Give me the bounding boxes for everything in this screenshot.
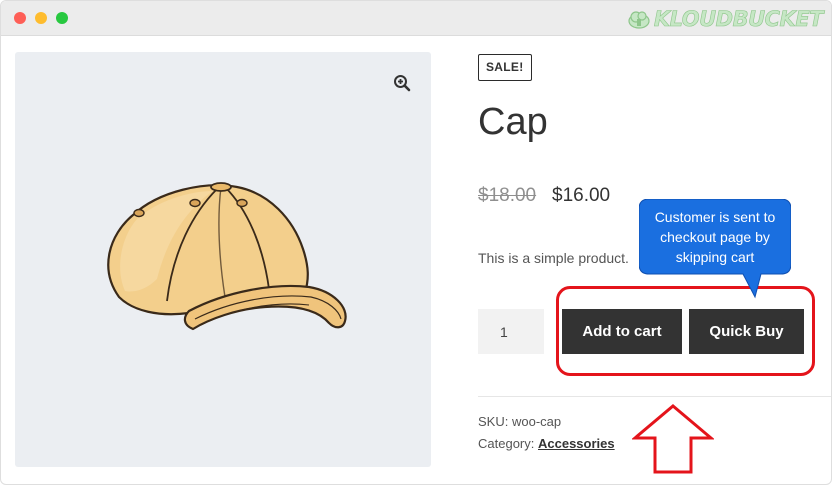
cap-product-image (107, 182, 347, 331)
quantity-input[interactable] (478, 309, 544, 354)
close-window-button[interactable] (14, 12, 26, 24)
callout-text: Customer is sent to checkout page by ski… (654, 209, 776, 265)
product-title: Cap (478, 101, 548, 143)
sale-price: $16.00 (552, 185, 611, 206)
category-label: Category: (478, 436, 535, 451)
original-price: $18.00 (478, 185, 537, 206)
window-titlebar: KLOUDBUCKET (1, 1, 831, 36)
maximize-window-button[interactable] (56, 12, 68, 24)
product-sku: SKU: woo-cap (478, 414, 561, 429)
category-link[interactable]: Accessories (538, 436, 615, 451)
annotation-callout: Customer is sent to checkout page by ski… (639, 199, 791, 299)
browser-window: KLOUDBUCKET SALE! Cap $18.00 $16.00 This… (0, 0, 832, 485)
buttons-highlight-outline (556, 286, 815, 376)
sku-value: woo-cap (511, 414, 562, 429)
zoom-in-icon[interactable] (393, 74, 411, 92)
sku-label: SKU: (478, 414, 509, 429)
divider (478, 396, 831, 397)
watermark-text: KLOUDBUCKET (653, 7, 824, 32)
watermark-logo: KLOUDBUCKET (627, 6, 824, 32)
product-short-description: This is a simple product. (478, 250, 629, 266)
cloud-icon (628, 11, 650, 29)
minimize-window-button[interactable] (35, 12, 47, 24)
product-category: Category: Accessories (478, 436, 615, 451)
sale-badge: SALE! (478, 54, 532, 81)
up-arrow-icon (632, 404, 714, 474)
